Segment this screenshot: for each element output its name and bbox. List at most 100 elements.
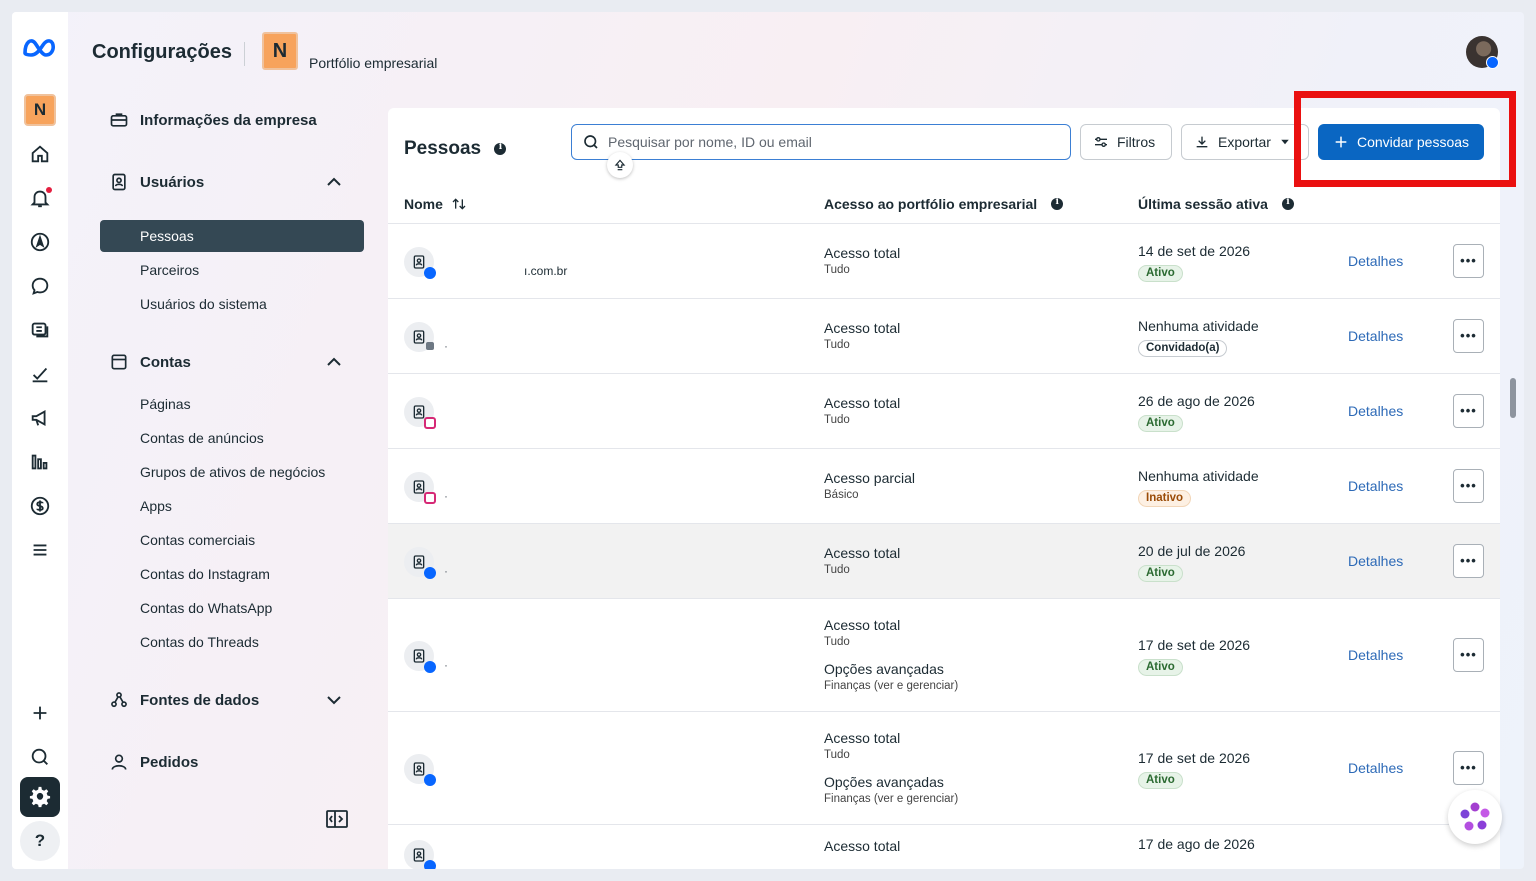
app-frame: N ? Configurações N Portfólio empresaria… — [12, 12, 1524, 869]
nav-item-parceiros[interactable]: Parceiros — [100, 254, 364, 286]
planner-icon[interactable] — [20, 354, 60, 394]
status-badge: Inativo — [1138, 489, 1192, 507]
export-label: Exportar — [1218, 134, 1271, 150]
flower-icon — [1460, 802, 1490, 831]
advanced-options: Opções avançadas — [824, 661, 944, 677]
filters-button[interactable]: Filtros — [1080, 124, 1172, 160]
access-scope: Tudo — [824, 413, 850, 426]
cursor-upload-icon — [607, 152, 633, 178]
sliders-icon — [1095, 137, 1107, 147]
details-link[interactable]: Detalhes — [1348, 328, 1403, 344]
more-options-button[interactable]: ••• — [1453, 393, 1484, 428]
info-icon[interactable] — [494, 142, 507, 155]
more-options-button[interactable]: ••• — [1453, 318, 1484, 353]
details-link[interactable]: Detalhes — [1348, 647, 1403, 663]
user-email: · — [444, 488, 448, 503]
last-session: 26 de ago de 2026 — [1138, 392, 1255, 409]
status-badge: Ativo — [1138, 264, 1183, 282]
nav-accounts-section[interactable]: Contas — [100, 346, 364, 378]
meta-logo[interactable] — [21, 34, 59, 62]
business-icon — [426, 341, 434, 350]
access-level: Acesso total — [824, 730, 901, 746]
status-badge: Convidado(a) — [1138, 339, 1228, 357]
megaphone-icon[interactable] — [20, 398, 60, 438]
details-link[interactable]: Detalhes — [1348, 478, 1403, 494]
home-icon[interactable] — [20, 134, 60, 174]
nav-users-section[interactable]: Usuários — [100, 166, 364, 198]
gear-icon[interactable] — [20, 777, 60, 817]
more-options-button[interactable]: ••• — [1453, 468, 1484, 503]
nav-item-ad-accounts[interactable]: Contas de anúncios — [100, 422, 364, 454]
table-row[interactable]: · Acesso total Tudo Opções avançadas Finança… — [388, 598, 1500, 711]
nav-item-pessoas[interactable]: Pessoas — [100, 220, 364, 252]
sort-icon[interactable] — [451, 196, 467, 212]
nav-item-instagram-accounts[interactable]: Contas do Instagram — [100, 558, 364, 590]
nav-company-info[interactable]: Informações da empresa — [100, 104, 364, 136]
export-button[interactable]: Exportar — [1181, 124, 1309, 160]
search-field[interactable] — [571, 124, 1071, 160]
help-icon[interactable]: ? — [20, 821, 60, 861]
nav-item-threads-accounts[interactable]: Contas do Threads — [100, 626, 364, 658]
search-icon — [584, 135, 598, 149]
scrollbar-thumb[interactable] — [1510, 378, 1516, 418]
chat-icon[interactable] — [20, 266, 60, 306]
table-row[interactable]: ı.com.br Acesso total Tudo 14 de set de 202… — [388, 223, 1500, 298]
details-link[interactable]: Detalhes — [1348, 403, 1403, 419]
nav-requests-section[interactable]: Pedidos — [100, 746, 364, 778]
details-link[interactable]: Detalhes — [1348, 553, 1403, 569]
compass-icon[interactable] — [20, 222, 60, 262]
more-options-button[interactable]: ••• — [1453, 750, 1484, 785]
portfolio-avatar[interactable]: N — [262, 32, 298, 70]
panel-title: Pessoas — [404, 138, 507, 160]
nav-data-sources-section[interactable]: Fontes de dados — [100, 684, 364, 716]
info-icon[interactable] — [1051, 197, 1064, 210]
search-icon[interactable] — [20, 737, 60, 777]
collapse-sidebar-icon[interactable] — [326, 810, 348, 828]
last-session: Nenhuma atividade — [1138, 467, 1259, 484]
table-row[interactable]: · Acesso parcial Básico Nenhuma atividade In… — [388, 448, 1500, 523]
nav-item-whatsapp-accounts[interactable]: Contas do WhatsApp — [100, 592, 364, 624]
bell-icon[interactable] — [20, 178, 60, 218]
access-level: Acesso total — [824, 244, 901, 261]
invite-people-button[interactable]: Convidar pessoas — [1318, 124, 1484, 160]
table-row[interactable]: Acesso total Tudo Opções avançadas Finanças… — [388, 711, 1500, 824]
chevron-up-icon — [324, 352, 344, 372]
plus-icon[interactable] — [20, 693, 60, 733]
more-options-button[interactable]: ••• — [1453, 243, 1484, 278]
table-row[interactable]: · Acesso total Tudo 20 de jul de 2026 Ativo D… — [388, 523, 1500, 598]
menu-icon[interactable] — [20, 530, 60, 570]
table-row[interactable]: Acesso total Tudo 26 de ago de 2026 Ativo De… — [388, 373, 1500, 448]
portfolio-name[interactable]: Portfólio empresarial — [309, 55, 437, 71]
user-email: · — [444, 563, 448, 578]
user-email: · — [444, 338, 448, 353]
details-link[interactable]: Detalhes — [1348, 253, 1403, 269]
nav-item-pages[interactable]: Páginas — [100, 388, 364, 420]
nav-item-apps[interactable]: Apps — [100, 490, 364, 522]
advanced-options: Opções avançadas — [824, 774, 944, 790]
table-row[interactable]: · Acesso total Tudo Nenhuma atividade Convid… — [388, 298, 1500, 373]
more-options-button[interactable]: ••• — [1453, 637, 1484, 672]
instagram-icon — [424, 416, 436, 429]
access-level: Acesso total — [824, 319, 901, 336]
nav-item-asset-groups[interactable]: Grupos de ativos de negócios — [100, 456, 364, 488]
search-input[interactable] — [608, 134, 1048, 150]
data-sources-icon — [100, 690, 140, 710]
last-session: 17 de set de 2026 — [1138, 749, 1251, 766]
nav-item-business-accounts[interactable]: Contas comerciais — [100, 524, 364, 556]
assistant-fab[interactable] — [1448, 790, 1502, 844]
org-avatar: N — [24, 94, 56, 126]
nav-item-system-users[interactable]: Usuários do sistema — [100, 288, 364, 320]
briefcase-icon — [100, 110, 140, 130]
content-icon[interactable] — [20, 310, 60, 350]
more-options-button[interactable]: ••• — [1453, 543, 1484, 578]
details-link[interactable]: Detalhes — [1348, 760, 1403, 776]
column-header-name[interactable]: Nome — [404, 196, 467, 212]
last-session: Nenhuma atividade — [1138, 317, 1259, 334]
dollar-icon[interactable] — [20, 486, 60, 526]
insights-icon[interactable] — [20, 442, 60, 482]
nav-users-label: Usuários — [140, 173, 205, 191]
info-icon[interactable] — [1281, 197, 1294, 210]
page-title: Configurações — [92, 41, 233, 63]
org-switcher[interactable]: N — [20, 90, 60, 130]
table-row[interactable]: Acesso total 17 de ago de 2026 — [388, 824, 1500, 869]
